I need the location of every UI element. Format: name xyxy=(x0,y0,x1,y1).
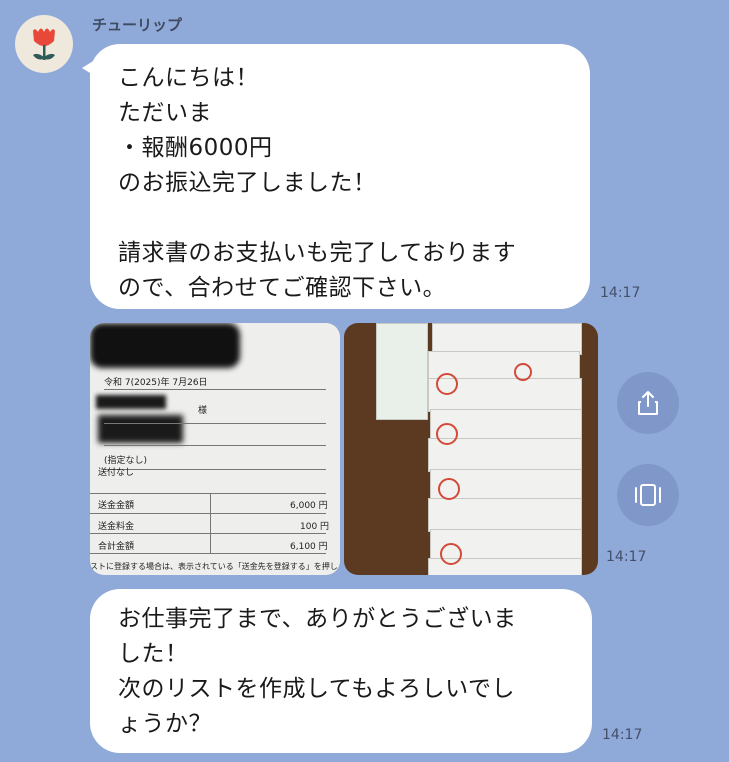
receipt-row-label: 送金料金 xyxy=(98,522,135,532)
gallery-button[interactable] xyxy=(617,464,679,526)
receipt-row-value: 100 円 xyxy=(300,522,330,532)
divider xyxy=(90,513,326,514)
divider xyxy=(104,469,326,470)
divider xyxy=(104,423,326,424)
share-button[interactable] xyxy=(617,372,679,434)
receipt-shipping: 送付なし xyxy=(98,468,135,478)
receipt-row-value: 6,000 円 xyxy=(290,501,328,511)
receipt-footer-note: ストに登録する場合は、表示されている「送金先を登録する」を押し xyxy=(90,562,338,571)
payment-slips-image[interactable] xyxy=(344,323,598,575)
red-stamp xyxy=(440,543,462,565)
red-stamp xyxy=(514,363,532,381)
message-time: 14:17 xyxy=(600,285,641,301)
sender-name: チューリップ xyxy=(92,16,183,34)
receipt-row-label: 合計金額 xyxy=(98,542,135,552)
share-icon xyxy=(638,391,658,415)
divider xyxy=(210,493,211,553)
message-time: 14:17 xyxy=(602,727,643,743)
wood-table-background xyxy=(344,323,598,575)
message-bubble[interactable]: こんにちは！ ただいま ・報酬6000円 のお振込完了しました！ 請求書のお支払… xyxy=(90,44,590,309)
payment-slip xyxy=(428,498,582,532)
divider xyxy=(90,493,326,494)
red-stamp xyxy=(436,423,458,445)
receipt-screenshot-image[interactable]: 令和 7(2025)年 7月26日 様 (指定なし) 送付なし 送金金額 6,0… xyxy=(90,323,340,575)
divider xyxy=(104,389,326,390)
receipt-document: 令和 7(2025)年 7月26日 様 (指定なし) 送付なし 送金金額 6,0… xyxy=(90,323,340,575)
red-stamp xyxy=(438,478,460,500)
tulip-icon xyxy=(33,28,55,60)
receipt-row-value: 6,100 円 xyxy=(290,542,328,552)
message-bubble[interactable]: お仕事完了まで、ありがとうございま した！ 次のリストを作成してもよろしいでし … xyxy=(90,589,592,753)
divider xyxy=(90,553,326,554)
divider xyxy=(104,445,326,446)
message-time: 14:17 xyxy=(606,549,647,565)
sender-avatar[interactable] xyxy=(15,15,73,73)
redaction-block xyxy=(90,323,240,368)
receipt-honorific: 様 xyxy=(198,406,208,416)
red-stamp xyxy=(436,373,458,395)
gallery-icon xyxy=(635,484,661,506)
redaction-block xyxy=(96,395,166,409)
redaction-block xyxy=(98,415,183,443)
divider xyxy=(90,533,326,534)
receipt-date: 令和 7(2025)年 7月26日 xyxy=(104,378,208,388)
envelope xyxy=(376,323,428,420)
receipt-row-label: 送金金額 xyxy=(98,501,135,511)
